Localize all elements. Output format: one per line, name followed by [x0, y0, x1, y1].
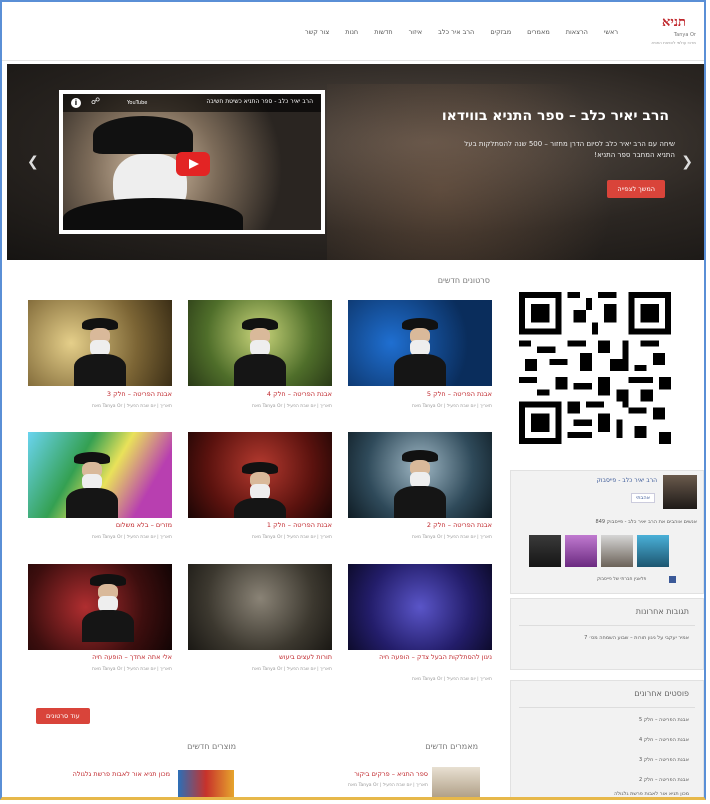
slider-next-arrow-icon[interactable]: ❯ — [681, 154, 693, 170]
menu-item-articles[interactable]: מאמרים — [527, 28, 550, 36]
video-title: הרב יאיר כלב - ספר התניא כשיטת חשיבה — [206, 98, 313, 105]
video-caption[interactable]: אבנת הפריטה – חלק 5 — [348, 390, 492, 398]
youtube-embed[interactable]: הרב יאיר כלב - ספר התניא כשיטת חשיבה i ☍… — [59, 90, 325, 234]
video-meta: מאת Tanya Or | תאריך | יום שבת הפעיל — [92, 667, 172, 672]
video-meta: מאת Tanya Or | תאריך | יום שבת הפעיל — [412, 677, 492, 682]
qr-code — [519, 292, 671, 444]
hero-description: שיחה עם הרב יאיר כלב לסיום הדרן מחזור – … — [464, 140, 675, 159]
hero-cta-button[interactable]: המשך לצפייה — [607, 180, 665, 198]
video-caption[interactable]: אלי אתה אחדך – הופעה חיה — [28, 653, 172, 661]
recent-post-item[interactable]: אבנת הפריטה – חלק 5 — [639, 717, 689, 723]
menu-item-rabbi[interactable]: הרב איר כלב — [438, 28, 474, 36]
video-caption[interactable]: אבנת הפריטה – חלק 3 — [28, 390, 172, 398]
video-caption[interactable]: אבנת הפריטה – חלק 4 — [188, 390, 332, 398]
info-icon[interactable]: i — [71, 98, 81, 108]
product-thumb[interactable] — [178, 770, 234, 797]
facebook-page-name[interactable]: הרב יאיר כלב - פייסבוק — [597, 477, 657, 484]
recent-posts-widget: פוסטים אחרונים אבנת הפריטה – חלק 5 אבנת … — [510, 680, 704, 797]
video-caption[interactable]: אבנת הפריטה – חלק 2 — [348, 521, 492, 529]
play-button-icon[interactable] — [176, 152, 210, 176]
facebook-like-count: 849 אנשים אוהבים את הרב יאיר כלב - פייסב… — [595, 519, 697, 525]
video-meta: מאת Tanya Or | תאריך | יום שבת הפעיל — [412, 535, 492, 540]
video-thumb[interactable] — [188, 432, 332, 518]
main-menu: ראשי הרצאות מאמרים מבזקים הרב איר כלב אי… — [305, 28, 618, 36]
facebook-avatar[interactable] — [663, 475, 697, 509]
video-meta: מאת Tanya Or | תאריך | יום שבת הפעיל — [92, 535, 172, 540]
video-thumb[interactable] — [348, 432, 492, 518]
recent-comments-title: תגובות אחרונות — [635, 607, 689, 616]
logo-mark: תניא — [662, 15, 686, 30]
videos-section-title: סרטונים חדשים — [437, 276, 490, 285]
facebook-icon — [669, 576, 676, 583]
logo-text: Tanya Or — [673, 32, 696, 38]
recent-comment-item[interactable]: אמיר יעקבי על ניגון תורות – שבוע השמחה מ… — [584, 635, 689, 641]
product-title[interactable]: מכון תניא אור לאבות פרשת גלגולה — [30, 770, 170, 779]
facebook-fans — [529, 535, 669, 567]
fan-avatar[interactable] — [637, 535, 669, 567]
menu-item-home[interactable]: ראשי — [604, 28, 618, 36]
video-thumb[interactable] — [188, 564, 332, 650]
youtube-brand: YouTube — [127, 100, 148, 106]
articles-section-title: מאמרים חדשים — [425, 742, 478, 751]
video-meta: מאת Tanya Or | תאריך | יום שבת הפעיל — [92, 404, 172, 409]
top-nav: תניא Tanya Or מרכז עולמי להפצת התניא ראש… — [2, 2, 704, 61]
article-meta: מאת Tanya Or | תאריך | יום שבת הפעיל — [348, 783, 428, 788]
recent-post-item[interactable]: אבנת הפריטה – חלק 4 — [639, 737, 689, 743]
recent-post-item[interactable]: אבנת הפריטה – חלק 2 — [639, 777, 689, 783]
menu-item-lectures[interactable]: הרצאות — [566, 28, 588, 36]
video-caption[interactable]: מזרים – בלא משלום — [28, 521, 172, 529]
recent-posts-title: פוסטים אחרונים — [634, 689, 689, 698]
video-caption[interactable]: אבנת הפריטה – חלק 1 — [188, 521, 332, 529]
logo-subtitle: מרכז עולמי להפצת התניא — [651, 40, 696, 45]
facebook-plugin-label: פלאגין חברתי של פייסבוק — [597, 577, 647, 582]
video-meta: מאת Tanya Or | תאריך | יום שבת הפעיל — [412, 404, 492, 409]
facebook-like-button[interactable]: אהבתי — [631, 493, 655, 503]
hero-slider: הרב יאיר כלב – ספר התניא בווידאו שיחה עם… — [7, 64, 704, 260]
menu-item-news-flash[interactable]: מבזקים — [490, 28, 511, 36]
video-meta: מאת Tanya Or | תאריך | יום שבת הפעיל — [252, 535, 332, 540]
video-thumb[interactable] — [28, 300, 172, 386]
recent-post-item[interactable]: מכון תניא אור לאבות פרשת גלגולה — [614, 791, 689, 797]
browser-frame: תניא Tanya Or מרכז עולמי להפצת התניא ראש… — [0, 0, 706, 800]
video-thumb[interactable] — [28, 564, 172, 650]
menu-item-shop[interactable]: חנות — [345, 28, 358, 36]
video-caption[interactable]: ניגון להסתלקות הבעל צדק – הופעה חיה — [348, 653, 492, 661]
video-caption[interactable]: תורות לעצים ביעוש — [188, 653, 332, 661]
video-thumb[interactable] — [28, 432, 172, 518]
article-title[interactable]: ספר התניא – פרקים ביקור — [268, 770, 428, 778]
menu-item-news[interactable]: חדשות — [374, 28, 392, 36]
video-meta: מאת Tanya Or | תאריך | יום שבת הפעיל — [252, 404, 332, 409]
products-section-title: מוצרים חדשים — [187, 742, 236, 751]
recent-comments-widget: תגובות אחרונות אמיר יעקבי על ניגון תורות… — [510, 598, 704, 670]
article-thumb[interactable] — [432, 767, 480, 797]
share-icon[interactable]: ☍ — [91, 97, 100, 107]
video-thumb[interactable] — [348, 564, 492, 650]
hero-title: הרב יאיר כלב – ספר התניא בווידאו — [441, 108, 669, 124]
fan-avatar[interactable] — [565, 535, 597, 567]
video-thumbnail-hat — [93, 116, 193, 154]
recent-post-item[interactable]: אבנת הפריטה – חלק 3 — [639, 757, 689, 763]
video-thumb[interactable] — [348, 300, 492, 386]
video-thumb[interactable] — [188, 300, 332, 386]
video-meta: מאת Tanya Or | תאריך | יום שבת הפעיל — [252, 667, 332, 672]
more-videos-button[interactable]: עוד סרטונים — [36, 708, 90, 724]
site-logo[interactable]: תניא Tanya Or מרכז עולמי להפצת התניא — [651, 14, 698, 48]
facebook-widget: הרב יאיר כלב - פייסבוק אהבתי 849 אנשים א… — [510, 470, 704, 594]
menu-item-contact[interactable]: צור קשר — [305, 28, 329, 36]
video-thumbnail-coat — [63, 198, 243, 230]
fan-avatar[interactable] — [601, 535, 633, 567]
slider-prev-arrow-icon[interactable]: ❮ — [27, 154, 39, 170]
menu-item-area[interactable]: איזור — [409, 28, 423, 36]
fan-avatar[interactable] — [529, 535, 561, 567]
